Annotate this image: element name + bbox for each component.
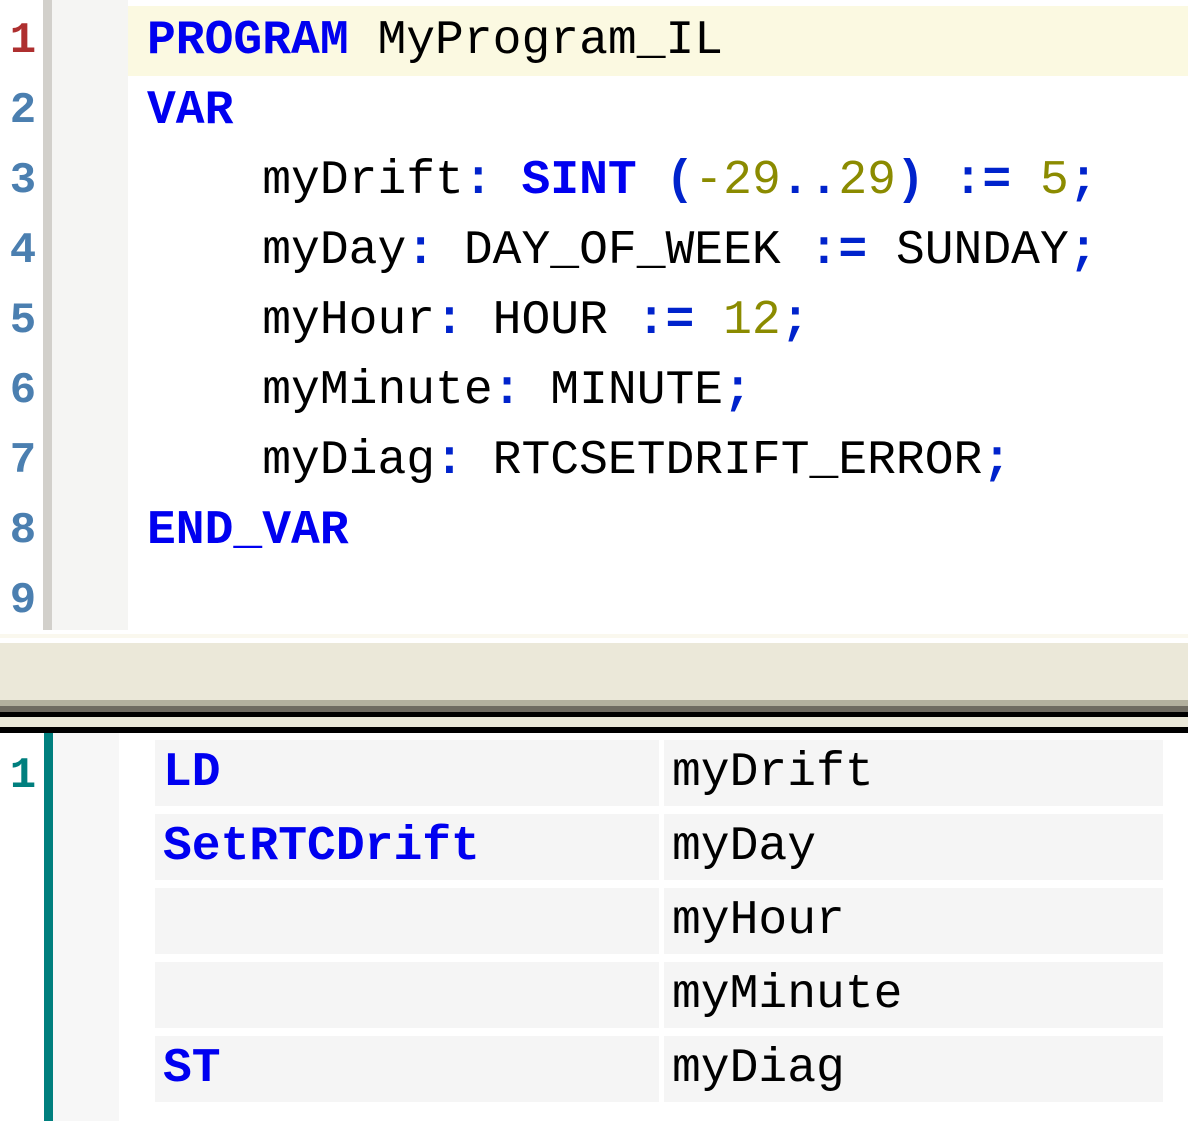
il-operator-cell-3[interactable] [155,888,659,954]
line-number-3: 3 [0,146,46,216]
declaration-line-2[interactable]: VAR [128,76,1188,146]
breakpoint-margin[interactable] [52,0,128,630]
token-pn: := [954,154,1012,208]
declaration-line-4[interactable]: myDay: DAY_OF_WEEK := SUNDAY; [128,216,1188,286]
token-id: myDiag [262,434,435,488]
il-editor-window: 123456789 PROGRAM MyProgram_ILVARmyDrift… [0,0,1188,1121]
line-number-6: 6 [0,356,46,426]
token-pn: := [637,294,695,348]
token-id [925,154,954,208]
token-id: SUNDAY [867,224,1069,278]
token-pn: : [493,364,522,418]
token-nm: 12 [723,294,781,348]
token-kw: VAR [147,84,233,138]
line-number-5: 5 [0,286,46,356]
line-number-4: 4 [0,216,46,286]
token-id: MINUTE [521,364,723,418]
il-operator-cell-4[interactable] [155,962,659,1028]
il-operator-cell-2[interactable]: SetRTCDrift [155,814,659,880]
token-nm: 5 [1040,154,1069,208]
token-pn: : [464,154,493,208]
il-operator-cell-1[interactable]: LD [155,740,659,806]
token-pn: : [406,224,435,278]
il-operand-cell-2[interactable]: myDay [664,814,1163,880]
declaration-editor[interactable]: 123456789 PROGRAM MyProgram_ILVARmyDrift… [0,0,1188,630]
token-pn: ; [982,434,1011,488]
il-operand-cell-1[interactable]: myDrift [664,740,1163,806]
token-pn: ; [1069,224,1098,278]
line-number-1: 1 [0,6,46,76]
token-pn: ) [896,154,925,208]
token-id [637,154,666,208]
token-id: myDrift [262,154,464,208]
declaration-line-6[interactable]: myMinute: MINUTE; [128,356,1188,426]
line-number-8: 8 [0,496,46,566]
token-id [694,294,723,348]
impl-line-number-1: 1 [0,741,46,811]
line-number-2: 2 [0,76,46,146]
token-pn: : [435,434,464,488]
line-number-7: 7 [0,426,46,496]
token-pn: := [810,224,868,278]
token-id: myHour [262,294,435,348]
declaration-line-8[interactable]: END_VAR [128,496,1188,566]
declaration-line-3[interactable]: myDrift: SINT (-29..29) := 5; [128,146,1188,216]
implementation-editor[interactable]: LDmyDriftSetRTCDriftmyDay myHour myMinuteS… [0,733,1188,1121]
splitter-highlight-line [0,634,1188,638]
token-id: MyProgram_IL [349,14,723,68]
token-nm: 29 [838,154,896,208]
il-operand-cell-4[interactable]: myMinute [664,962,1163,1028]
token-id: DAY_OF_WEEK [435,224,809,278]
token-kw: SINT [521,154,636,208]
token-pn: .. [781,154,839,208]
declaration-line-7[interactable]: myDiag: RTCSETDRIFT_ERROR; [128,426,1188,496]
token-nm: -29 [694,154,780,208]
line-number-9: 9 [0,566,46,636]
token-pn: : [435,294,464,348]
declaration-line-9[interactable] [128,566,1188,636]
splitter-inner-strip [0,717,1188,727]
token-pn: ; [1069,154,1098,208]
il-operand-cell-3[interactable]: myHour [664,888,1163,954]
token-id [493,154,522,208]
token-id: HOUR [464,294,637,348]
token-id [1011,154,1040,208]
splitter-bar[interactable] [0,643,1188,700]
il-operator-cell-5[interactable]: ST [155,1036,659,1102]
impl-breakpoint-margin[interactable] [53,733,119,1121]
token-pn: ( [666,154,695,208]
token-id: myDay [262,224,406,278]
token-kw: END_VAR [147,504,349,558]
il-operand-cell-5[interactable]: myDiag [664,1036,1163,1102]
declaration-line-5[interactable]: myHour: HOUR := 12; [128,286,1188,356]
declaration-line-1[interactable]: PROGRAM MyProgram_IL [128,6,1188,76]
token-pn: ; [781,294,810,348]
token-kw: PROGRAM [147,14,349,68]
token-pn: ; [723,364,752,418]
token-id: RTCSETDRIFT_ERROR [464,434,982,488]
token-id: myMinute [262,364,492,418]
